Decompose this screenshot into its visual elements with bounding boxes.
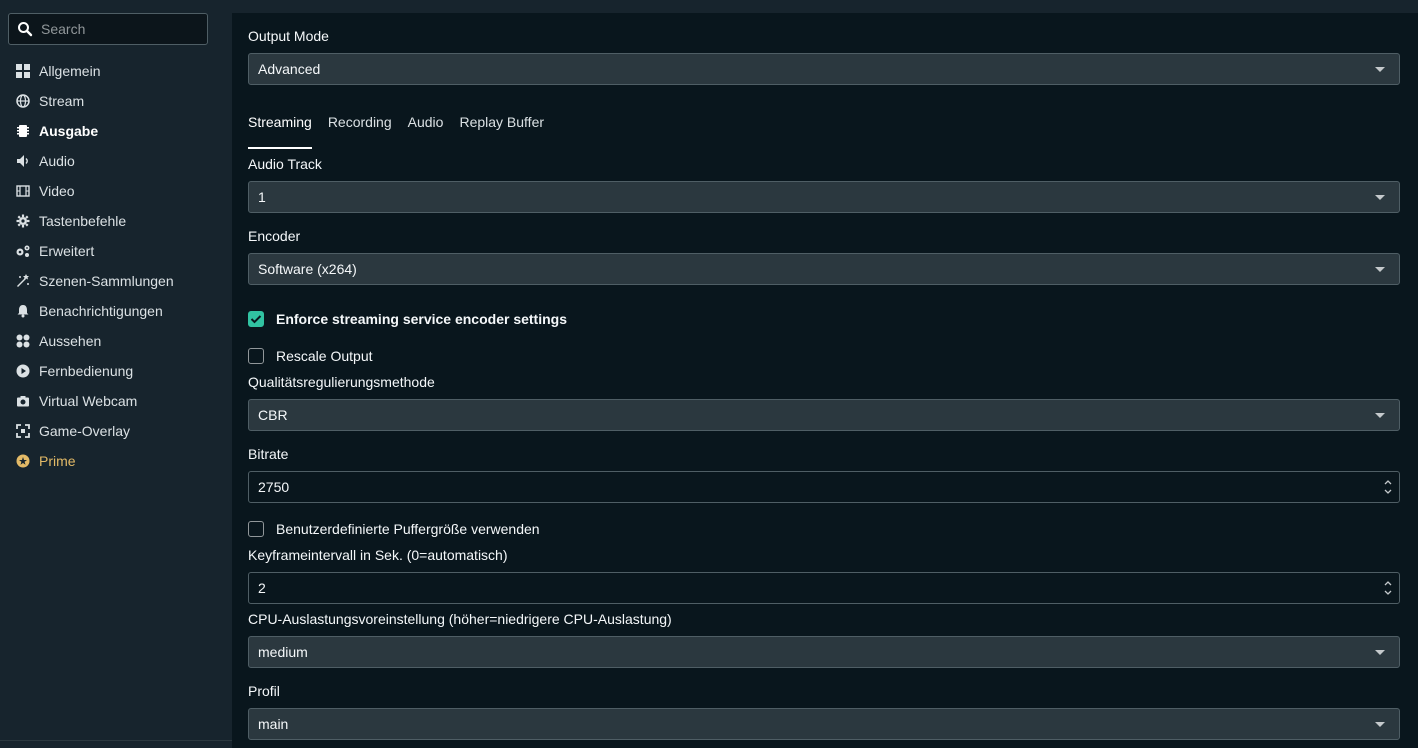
custom-buffer-checkbox[interactable] xyxy=(248,521,264,537)
sidebar-item-erweitert[interactable]: Erweitert xyxy=(0,236,232,266)
sidebar-item-label: Benachrichtigungen xyxy=(39,303,163,319)
sidebar-item-label: Video xyxy=(39,183,75,199)
sidebar-item-label: Aussehen xyxy=(39,333,102,349)
sidebar-item-virtual-webcam[interactable]: Virtual Webcam xyxy=(0,386,232,416)
bitrate-input[interactable]: 2750 xyxy=(248,471,1400,503)
sidebar-item-label: Tastenbefehle xyxy=(39,213,127,229)
sidebar-item-benachrichtigungen[interactable]: Benachrichtigungen xyxy=(0,296,232,326)
encoder-label: Encoder xyxy=(248,228,301,244)
sidebar-item-label: Stream xyxy=(39,93,85,109)
chevron-down-icon xyxy=(1375,413,1385,418)
search-box[interactable] xyxy=(8,13,208,45)
output-mode-select[interactable]: Advanced xyxy=(248,53,1400,85)
sidebar-item-allgemein[interactable]: Allgemein xyxy=(0,56,232,86)
bitrate-value: 2750 xyxy=(258,479,290,495)
sidebar-item-audio[interactable]: Audio xyxy=(0,146,232,176)
sidebar-item-label: Virtual Webcam xyxy=(39,393,138,409)
keyframe-interval-input[interactable]: 2 xyxy=(248,572,1400,604)
rescale-output-row[interactable]: Rescale Output xyxy=(248,348,373,364)
tab-streaming[interactable]: Streaming xyxy=(248,114,312,150)
sidebar-item-aussehen[interactable]: Aussehen xyxy=(0,326,232,356)
tab-audio[interactable]: Audio xyxy=(408,114,444,150)
sidebar-item-prime[interactable]: Prime xyxy=(0,446,232,476)
sidebar-item-label: Game-Overlay xyxy=(39,423,131,439)
audio-track-select[interactable]: 1 xyxy=(248,181,1400,213)
audio-track-value: 1 xyxy=(258,189,266,205)
settings-sidebar: Allgemein Stream Ausgabe Audio xyxy=(0,0,232,748)
palette-icon xyxy=(15,333,31,349)
custom-buffer-row[interactable]: Benutzerdefinierte Puffergröße verwenden xyxy=(248,521,540,537)
camera-icon xyxy=(15,393,31,409)
sidebar-item-label: Audio xyxy=(39,153,75,169)
encoder-value: Software (x264) xyxy=(258,261,357,277)
rate-control-value: CBR xyxy=(258,407,288,423)
enforce-encoder-settings-label: Enforce streaming service encoder settin… xyxy=(276,311,567,327)
bell-icon xyxy=(15,303,31,319)
output-tabs: Streaming Recording Audio Replay Buffer xyxy=(248,114,560,150)
sidebar-item-stream[interactable]: Stream xyxy=(0,86,232,116)
bitrate-label: Bitrate xyxy=(248,446,289,462)
globe-icon xyxy=(15,93,31,109)
search-icon xyxy=(17,21,33,37)
enforce-encoder-settings-row[interactable]: Enforce streaming service encoder settin… xyxy=(248,311,567,327)
keyframe-interval-value: 2 xyxy=(258,580,266,596)
rate-control-select[interactable]: CBR xyxy=(248,399,1400,431)
cpu-preset-label: CPU-Auslastungsvoreinstellung (höher=nie… xyxy=(248,611,672,627)
chevron-down-icon xyxy=(1375,722,1385,727)
cpu-preset-value: medium xyxy=(258,644,308,660)
sidebar-item-label: Ausgabe xyxy=(39,123,99,139)
tab-recording[interactable]: Recording xyxy=(328,114,392,150)
sidebar-divider xyxy=(0,740,232,741)
rescale-output-checkbox[interactable] xyxy=(248,348,264,364)
sidebar-item-label: Allgemein xyxy=(39,63,101,79)
spinner-arrows-icon[interactable] xyxy=(1383,477,1393,497)
rate-control-label: Qualitätsregulierungsmethode xyxy=(248,374,435,390)
sidebar-item-video[interactable]: Video xyxy=(0,176,232,206)
sidebar-item-label: Fernbedienung xyxy=(39,363,134,379)
gear-icon xyxy=(15,213,31,229)
profile-value: main xyxy=(258,716,289,732)
sidebar-item-label: Erweitert xyxy=(39,243,95,259)
chevron-down-icon xyxy=(1375,650,1385,655)
sidebar-item-szenen-sammlungen[interactable]: Szenen-Sammlungen xyxy=(0,266,232,296)
sidebar-item-label: Prime xyxy=(39,453,76,469)
grid-icon xyxy=(15,63,31,79)
output-mode-label: Output Mode xyxy=(248,28,329,44)
search-input[interactable] xyxy=(41,21,191,37)
wand-icon xyxy=(15,273,31,289)
cpu-preset-select[interactable]: medium xyxy=(248,636,1400,668)
spinner-arrows-icon[interactable] xyxy=(1383,578,1393,598)
output-mode-value: Advanced xyxy=(258,61,321,77)
film-icon xyxy=(15,183,31,199)
prime-icon xyxy=(15,453,31,469)
sidebar-nav: Allgemein Stream Ausgabe Audio Video Tas… xyxy=(0,56,232,476)
settings-window: Allgemein Stream Ausgabe Audio xyxy=(0,0,1418,748)
chip-icon xyxy=(15,123,31,139)
sidebar-item-fernbedienung[interactable]: Fernbedienung xyxy=(0,356,232,386)
play-circle-icon xyxy=(15,363,31,379)
expand-icon xyxy=(15,423,31,439)
sidebar-item-label: Szenen-Sammlungen xyxy=(39,273,174,289)
audio-track-label: Audio Track xyxy=(248,156,322,172)
checkmark-icon xyxy=(250,315,262,324)
chevron-down-icon xyxy=(1375,267,1385,272)
profile-select[interactable]: main xyxy=(248,708,1400,740)
sidebar-item-ausgabe[interactable]: Ausgabe xyxy=(0,116,232,146)
gears-icon xyxy=(15,243,31,259)
custom-buffer-label: Benutzerdefinierte Puffergröße verwenden xyxy=(276,521,540,537)
tab-replay-buffer[interactable]: Replay Buffer xyxy=(459,114,544,150)
keyframe-interval-label: Keyframeintervall in Sek. (0=automatisch… xyxy=(248,547,508,563)
sidebar-item-tastenbefehle[interactable]: Tastenbefehle xyxy=(0,206,232,236)
sidebar-item-game-overlay[interactable]: Game-Overlay xyxy=(0,416,232,446)
chevron-down-icon xyxy=(1375,195,1385,200)
rescale-output-label: Rescale Output xyxy=(276,348,373,364)
speaker-icon xyxy=(15,153,31,169)
profile-label: Profil xyxy=(248,683,280,699)
chevron-down-icon xyxy=(1375,67,1385,72)
encoder-select[interactable]: Software (x264) xyxy=(248,253,1400,285)
enforce-encoder-settings-checkbox[interactable] xyxy=(248,311,264,327)
output-settings-panel: Output Mode Advanced Streaming Recording… xyxy=(232,13,1418,748)
